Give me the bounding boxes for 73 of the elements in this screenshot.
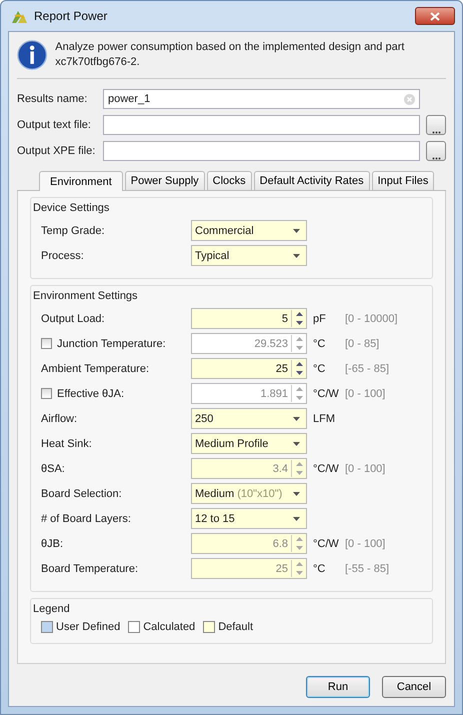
info-message: Analyze power consumption based on the implemented design and part xc7k70tfbg676-2. (55, 40, 406, 70)
unit-label: °C (312, 362, 326, 374)
caret-icon (292, 442, 300, 446)
unit-label: LFM (312, 412, 336, 424)
input-field[interactable] (103, 115, 420, 135)
dropdown[interactable]: Typical (191, 245, 307, 266)
clear-icon[interactable] (404, 94, 415, 104)
caret-icon (292, 254, 300, 258)
legend-label: Calculated (143, 621, 196, 633)
range-label: [-55 - 85] (345, 562, 390, 574)
caret-icon (292, 228, 300, 232)
field-label: Junction Temperature: (57, 338, 166, 350)
tab[interactable]: Input Files (372, 171, 434, 190)
field-label: Output XPE file: (17, 145, 96, 157)
tab[interactable]: Power Supply (124, 171, 205, 190)
field-label: Board Temperature: (41, 562, 138, 574)
field-label: Airflow: (41, 412, 78, 424)
field-label: Heat Sink: (41, 438, 92, 450)
tab[interactable]: Environment (39, 171, 123, 191)
field-label: Ambient Temperature: (41, 362, 150, 374)
caret-icon (292, 416, 300, 420)
dropdown[interactable]: Medium (10"x10") (191, 483, 307, 504)
dialog-button[interactable]: Cancel (382, 676, 446, 698)
group-title: Legend (33, 602, 71, 617)
field-label: Board Selection: (41, 488, 122, 500)
dropdown[interactable]: 12 to 15 (191, 508, 307, 529)
field-label: Effective θJA: (57, 388, 124, 400)
unit-label: pF (312, 312, 327, 324)
spin-field[interactable]: 25 (191, 358, 307, 379)
spin-field[interactable]: 5 (191, 308, 307, 329)
dialog-button[interactable]: Run (306, 676, 370, 698)
spinner-arrows-icon[interactable] (291, 310, 306, 327)
field-label: θJB: (41, 538, 64, 550)
tab[interactable]: Clocks (206, 171, 252, 190)
range-label: [0 - 85] (345, 338, 380, 350)
unit-label: °C (312, 338, 326, 350)
field-label: Output Load: (41, 312, 105, 324)
range-label: [0 - 100] (345, 538, 386, 550)
legend-label: User Defined (56, 621, 120, 633)
close-icon (430, 12, 440, 20)
input-field[interactable] (103, 141, 420, 161)
field-label: Results name: (17, 93, 88, 105)
field-label: Output text file: (17, 119, 92, 131)
unit-label: °C/W (312, 538, 340, 550)
unit-label: °C (312, 562, 326, 574)
window-title: Report Power (34, 9, 108, 23)
browse-button[interactable] (426, 115, 446, 135)
range-label: [0 - 100] (345, 388, 386, 400)
range-label: [0 - 100] (345, 462, 386, 474)
ellipsis-icon (432, 157, 440, 160)
dropdown[interactable]: Medium Profile (191, 433, 307, 454)
group-title: Environment Settings (33, 289, 139, 304)
field-label: # of Board Layers: (41, 512, 131, 524)
info-icon (17, 38, 48, 72)
input-field[interactable]: power_1 (103, 89, 420, 109)
ellipsis-icon (432, 131, 440, 134)
caret-icon (292, 492, 300, 496)
unit-label: °C/W (312, 388, 340, 400)
unit-label: °C/W (312, 462, 340, 474)
range-label: [0 - 10000] (345, 312, 398, 324)
browse-button[interactable] (426, 141, 446, 161)
spinner-arrows-icon[interactable] (291, 360, 306, 377)
field-label: Process: (41, 250, 84, 262)
caret-icon (292, 516, 300, 520)
dropdown[interactable]: 250 (191, 408, 307, 429)
field-label: Temp Grade: (41, 224, 105, 236)
field-label: θSA: (41, 462, 65, 474)
close-button[interactable] (415, 7, 455, 25)
legend-label: Default (218, 621, 254, 633)
dropdown[interactable]: Commercial (191, 220, 307, 241)
group-title: Device Settings (33, 201, 110, 216)
tab[interactable]: Default Activity Rates (254, 171, 370, 190)
range-label: [-65 - 85] (345, 362, 390, 374)
